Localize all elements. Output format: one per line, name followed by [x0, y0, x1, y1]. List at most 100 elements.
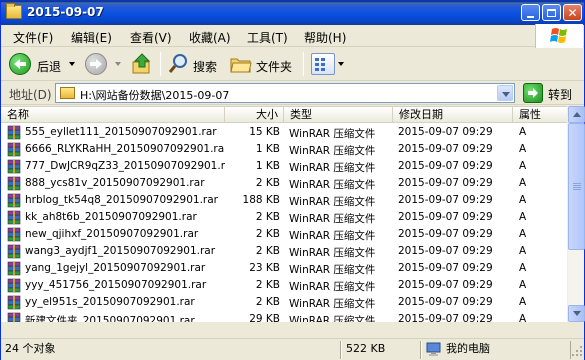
minimize-button[interactable] [521, 4, 540, 21]
file-row[interactable]: 555_eyllet111_20150907092901.rar 15 KB Win… [1, 124, 567, 141]
file-attributes: A [519, 262, 527, 274]
rar-file-icon [7, 244, 21, 259]
up-folder-button[interactable] [131, 53, 153, 75]
address-input[interactable]: H:\网站备份数据\2015-09-07 [55, 83, 515, 103]
column-header-name[interactable]: 名称 [1, 107, 225, 123]
scroll-up-button[interactable] [568, 106, 585, 123]
file-row[interactable]: hrblog_tk54q8_20150907092901.rar 188 KB Wi… [1, 192, 567, 209]
folders-label[interactable]: 文件夹 [256, 58, 292, 75]
close-icon: ✕ [567, 5, 578, 20]
file-attributes: A [519, 160, 527, 172]
search-button[interactable] [168, 52, 190, 74]
menu-help[interactable]: 帮助(H) [304, 29, 346, 46]
file-attributes: A [519, 143, 527, 155]
maximize-button[interactable] [542, 4, 561, 21]
file-size: 2 KB [255, 228, 280, 240]
file-type: WinRAR 压缩文件 [289, 162, 376, 174]
menu-file[interactable]: 文件(F) [13, 29, 53, 46]
forward-dropdown-icon[interactable] [115, 62, 121, 66]
file-type: WinRAR 压缩文件 [289, 196, 376, 208]
rar-file-icon [7, 176, 21, 191]
file-row[interactable]: yang_1gejyl_20150907092901.rar 23 KB WinRA… [1, 260, 567, 277]
rar-file-icon [7, 295, 21, 310]
rar-file-icon [7, 261, 21, 276]
file-list[interactable]: 名称 大小 类型 修改日期 属性 555_eyllet111_201509070… [1, 106, 567, 322]
file-name: wang3_aydjf1_20150907092901.rar [25, 245, 216, 257]
back-button[interactable] [9, 53, 31, 75]
rar-file-icon [7, 278, 21, 293]
file-modified: 2015-09-07 09:29 [398, 279, 493, 291]
file-type: WinRAR 压缩文件 [289, 230, 376, 242]
title-bar[interactable]: 2015-09-07 ✕ [1, 1, 584, 25]
file-name: 6666_RLYKRaHH_20150907092901.rar [25, 143, 225, 155]
go-button[interactable] [523, 83, 543, 103]
column-header-type[interactable]: 类型 [284, 107, 393, 123]
column-header-attributes[interactable]: 属性 [513, 107, 567, 123]
views-button[interactable] [311, 53, 335, 75]
file-attributes: A [519, 211, 527, 223]
file-row[interactable]: 6666_RLYKRaHH_20150907092901.rar 1 KB WinR… [1, 141, 567, 158]
folder-icon [60, 87, 75, 99]
file-row[interactable]: wang3_aydjf1_20150907092901.rar 2 KB WinRA… [1, 243, 567, 260]
folders-button[interactable] [230, 54, 252, 74]
file-modified: 2015-09-07 09:29 [398, 245, 493, 257]
file-attributes: A [519, 245, 527, 257]
file-size: 2 KB [255, 245, 280, 257]
toolbar: 后退 搜索 文件夹 [1, 48, 584, 81]
chevron-down-icon [573, 311, 581, 316]
status-zone-label: 我的电脑 [446, 342, 490, 355]
rar-file-icon [7, 227, 21, 242]
file-attributes: A [519, 279, 527, 291]
file-attributes: A [519, 313, 527, 322]
rar-file-icon [7, 193, 21, 208]
menu-edit[interactable]: 编辑(E) [71, 29, 112, 46]
search-label[interactable]: 搜索 [193, 58, 217, 75]
file-row[interactable]: 888_ycs81v_20150907092901.rar 2 KB WinRAR … [1, 175, 567, 192]
file-name: 777_DwJCR9qZ33_20150907092901.rar [25, 160, 225, 172]
file-type: WinRAR 压缩文件 [289, 281, 376, 293]
menu-bar: 文件(F) 编辑(E) 查看(V) 收藏(A) 工具(T) 帮助(H) [1, 25, 584, 47]
file-name: yy_el951s_20150907092901.rar [25, 296, 195, 308]
forward-arrow-icon [90, 59, 102, 69]
back-dropdown-icon[interactable] [69, 62, 75, 66]
chevron-up-icon [573, 112, 581, 117]
file-name: hrblog_tk54q8_20150907092901.rar [25, 194, 218, 206]
file-modified: 2015-09-07 09:29 [398, 228, 493, 240]
file-size: 188 KB [242, 194, 280, 206]
file-name: new_qjihxf_20150907092901.rar [25, 228, 199, 240]
file-row[interactable]: yyy_451756_20150907092901.rar 2 KB WinRAR … [1, 277, 567, 294]
file-type: WinRAR 压缩文件 [289, 315, 376, 322]
file-type: WinRAR 压缩文件 [289, 264, 376, 276]
resize-grip-icon[interactable] [571, 345, 583, 357]
rar-file-icon [7, 125, 21, 140]
file-row[interactable]: 777_DwJCR9qZ33_20150907092901.rar 1 KB Win… [1, 158, 567, 175]
file-modified: 2015-09-07 09:29 [398, 160, 493, 172]
go-label[interactable]: 转到 [548, 86, 572, 103]
views-dropdown-icon[interactable] [338, 62, 344, 66]
scroll-thumb[interactable] [568, 123, 585, 250]
forward-button[interactable] [85, 53, 107, 75]
file-type: WinRAR 压缩文件 [289, 298, 376, 310]
file-row[interactable]: new_qjihxf_20150907092901.rar 2 KB WinRAR … [1, 226, 567, 243]
status-zone: 我的电脑 [421, 341, 571, 359]
back-label[interactable]: 后退 [37, 58, 61, 75]
toolbar-separator [160, 52, 161, 76]
close-button[interactable]: ✕ [563, 4, 582, 21]
address-value[interactable]: H:\网站备份数据\2015-09-07 [80, 87, 229, 103]
status-object-count: 24 个对象 [1, 341, 341, 359]
file-row[interactable]: kk_ah8t6b_20150907092901.rar 2 KB WinRAR 压… [1, 209, 567, 226]
column-header-modified[interactable]: 修改日期 [393, 107, 513, 123]
file-modified: 2015-09-07 09:29 [398, 296, 493, 308]
menu-view[interactable]: 查看(V) [130, 29, 172, 46]
file-row[interactable]: yy_el951s_20150907092901.rar 2 KB WinRAR 压… [1, 294, 567, 311]
file-size: 23 KB [249, 262, 280, 274]
menu-tools[interactable]: 工具(T) [247, 29, 288, 46]
column-header-size[interactable]: 大小 [225, 107, 284, 123]
address-dropdown-button[interactable] [497, 85, 513, 101]
scroll-down-button[interactable] [568, 305, 585, 322]
menu-favorites[interactable]: 收藏(A) [189, 29, 231, 46]
vertical-scrollbar[interactable] [567, 106, 585, 322]
folders-icon [230, 58, 252, 73]
file-row[interactable]: 新建文件夹_20150907092901.rar 29 KB WinRAR 压缩文件… [1, 311, 567, 322]
rar-file-icon [7, 312, 21, 322]
